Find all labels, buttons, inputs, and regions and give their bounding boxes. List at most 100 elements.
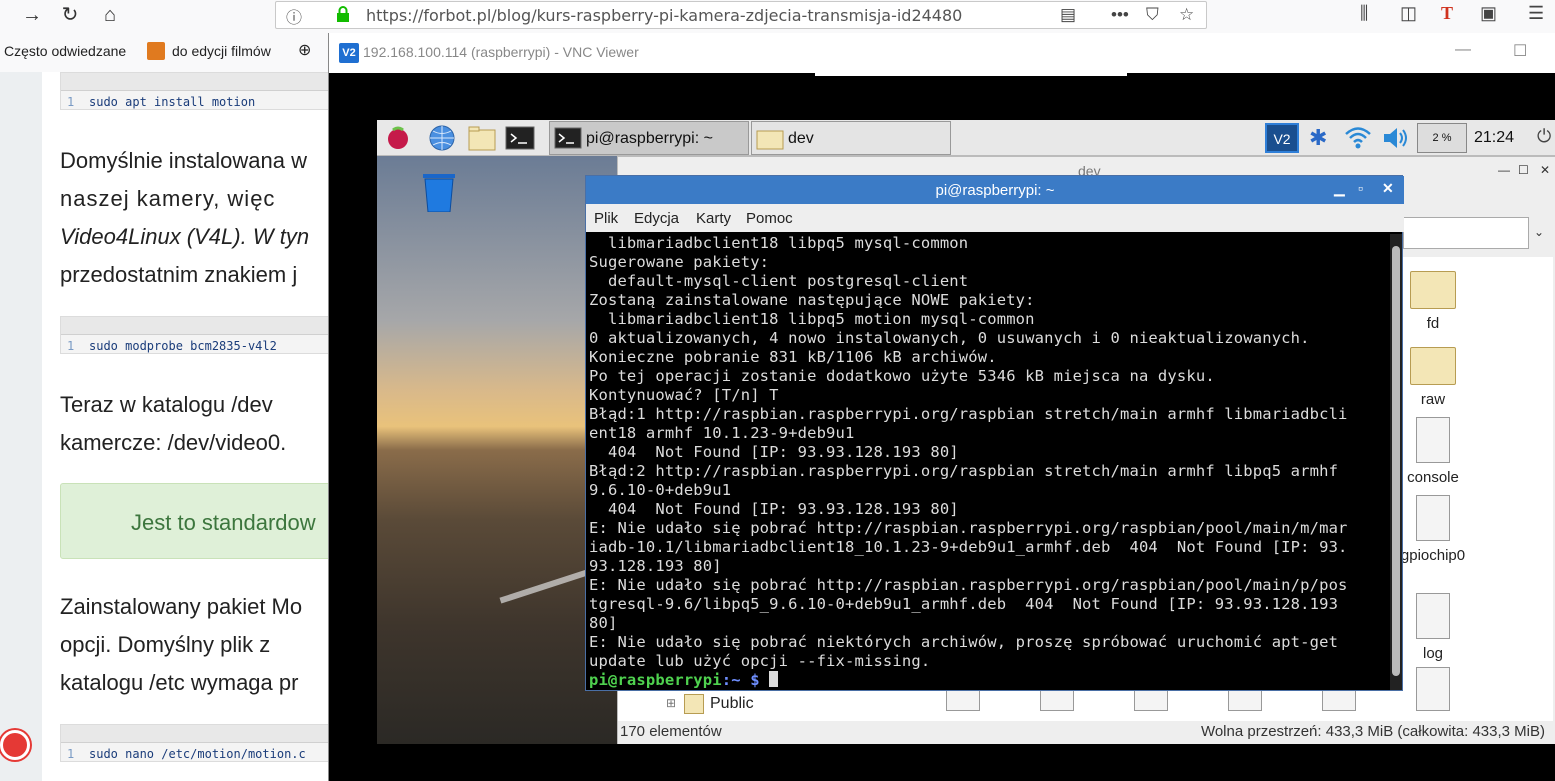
reload-icon[interactable]: ↻: [56, 2, 84, 28]
fm-close-icon[interactable]: ✕: [1540, 163, 1550, 177]
fm-item-count: 170 elementów: [620, 723, 722, 740]
sidebar-icon[interactable]: ◫: [1400, 3, 1417, 24]
code-line: sudo nano /etc/motion/motion.c: [89, 747, 306, 761]
info-icon[interactable]: ⓘ: [286, 4, 302, 28]
terminal-scrollbar[interactable]: [1390, 234, 1402, 690]
globe-icon[interactable]: ⊕: [298, 40, 311, 60]
vnc-toolbar-handle[interactable]: [815, 73, 1127, 76]
terminal-prompt-line[interactable]: pi@raspberrypi:~ $: [589, 671, 1389, 690]
benchmark-favicon-icon: [147, 42, 165, 60]
menu-edycja[interactable]: Edycja: [634, 210, 679, 227]
file-item-label: fd: [1426, 315, 1440, 332]
folder-icon: [1410, 347, 1456, 385]
translate-extension-icon[interactable]: T: [1441, 3, 1453, 24]
forward-arrow-icon[interactable]: →: [18, 2, 46, 28]
terminal-line: Błąd:2 http://raspbian.raspberrypi.org/r…: [589, 462, 1339, 480]
bookmark-video-editing[interactable]: do edycji filmów: [172, 43, 271, 59]
file-item[interactable]: gpiochip0: [1393, 495, 1473, 564]
cpu-usage-monitor[interactable]: 2 %: [1417, 123, 1467, 153]
terminal-line: Sugerowane pakiety:: [589, 253, 770, 271]
line-number: 1: [67, 339, 75, 353]
terminal-line: ent18 armhf 10.1.23-9+deb9u1: [589, 424, 855, 442]
terminal-title-bar[interactable]: pi@raspberrypi: ~ ▁ ▫ ✕: [586, 176, 1404, 204]
trash-icon[interactable]: [419, 172, 459, 212]
vnc-window-title: 192.168.100.114 (raspberrypi) - VNC View…: [363, 44, 639, 60]
raspberry-menu-icon[interactable]: [383, 124, 413, 152]
terminal-close-icon[interactable]: ✕: [1382, 180, 1394, 197]
terminal-line: 80]: [589, 614, 618, 632]
paragraph-line: przedostatnim znakiem j: [60, 262, 298, 287]
webpage-content: 1 sudo apt install motion Domyślnie inst…: [0, 72, 330, 781]
terminal-line: libmariadbclient18 libpq5 mysql-common: [589, 234, 969, 252]
menu-plik[interactable]: Plik: [594, 210, 618, 227]
paragraph-line: katalogu /etc wymaga pr: [60, 670, 299, 695]
terminal-line: libmariadbclient18 libpq5 motion mysql-c…: [589, 310, 1035, 328]
notification-bell-icon[interactable]: [0, 730, 30, 760]
tree-expand-icon[interactable]: ⊞: [666, 696, 676, 710]
vnc-title-bar: V2 192.168.100.114 (raspberrypi) - VNC V…: [329, 33, 1555, 73]
clipboard-extension-icon[interactable]: ▣: [1480, 3, 1497, 24]
code-line: sudo modprobe bcm2835-v4l2: [89, 339, 277, 353]
terminal-maximize-icon[interactable]: ▫: [1358, 180, 1363, 196]
minimize-icon[interactable]: —: [1455, 41, 1471, 59]
menu-icon[interactable]: ☰: [1528, 3, 1544, 24]
power-icon[interactable]: ⏻: [1537, 126, 1551, 147]
library-icon[interactable]: ⫼: [1360, 3, 1368, 24]
fm-directory-tree: ⊞ Public: [618, 687, 908, 721]
paragraph-line: opcji. Domyślny plik z: [60, 632, 271, 657]
fm-status-bar: 170 elementów Wolna przestrzeń: 433,3 Mi…: [618, 721, 1555, 744]
menu-pomoc[interactable]: Pomoc: [746, 210, 793, 227]
terminal-line: Konieczne pobranie 831 kB/1106 kB archiw…: [589, 348, 997, 366]
menu-karty[interactable]: Karty: [696, 210, 731, 227]
browser-globe-icon[interactable]: [427, 124, 457, 152]
info-note: Jest to standardow: [60, 483, 330, 559]
terminal-title: pi@raspberrypi: ~: [935, 182, 1055, 199]
wifi-icon[interactable]: [1343, 123, 1373, 153]
file-item-label: gpiochip0: [1400, 547, 1466, 564]
fm-icon-view: fd raw console gpiochip0 log: [1401, 257, 1553, 721]
public-folder-icon: [684, 694, 704, 714]
file-item[interactable]: console: [1403, 417, 1463, 486]
code-block-1: 1 sudo apt install motion: [60, 72, 330, 110]
task-terminal[interactable]: pi@raspberrypi: ~: [549, 121, 749, 155]
terminal-output[interactable]: libmariadbclient18 libpq5 mysql-common S…: [589, 234, 1389, 690]
bookmark-star-icon[interactable]: ☆: [1179, 5, 1194, 25]
paragraph-line: kamercze: /dev/video0.: [60, 430, 287, 455]
svg-text:V2: V2: [1273, 131, 1290, 147]
vnc-viewer-window: V2 192.168.100.114 (raspberrypi) - VNC V…: [328, 33, 1555, 781]
terminal-line: default-mysql-client postgresql-client: [589, 272, 969, 290]
tree-item-public[interactable]: Public: [710, 695, 754, 713]
task-folder-label: dev: [788, 130, 814, 147]
url-bar[interactable]: ⓘ https://forbot.pl/blog/kurs-raspberry-…: [275, 1, 1207, 29]
terminal-launcher-icon[interactable]: [505, 124, 535, 152]
bluetooth-icon[interactable]: ✱: [1309, 123, 1327, 153]
fm-maximize-icon[interactable]: ☐: [1518, 163, 1529, 177]
bookmark-most-visited[interactable]: Często odwiedzane: [4, 43, 126, 59]
terminal-scrollbar-thumb[interactable]: [1392, 246, 1400, 676]
maximize-icon[interactable]: ☐: [1513, 41, 1527, 61]
home-icon[interactable]: ⌂: [96, 2, 124, 28]
file-item[interactable]: fd: [1403, 271, 1463, 332]
file-item[interactable]: raw: [1403, 347, 1463, 408]
clock[interactable]: 21:24: [1474, 129, 1514, 147]
pocket-icon[interactable]: ⛉: [1146, 5, 1159, 25]
terminal-line: update lub użyć opcji --fix-missing.: [589, 652, 931, 670]
line-number: 1: [67, 95, 75, 109]
file-manager-icon[interactable]: [467, 124, 497, 152]
volume-icon[interactable]: [1381, 123, 1411, 153]
fm-free-space: Wolna przestrzeń: 433,3 MiB (całkowita: …: [1200, 723, 1545, 740]
paragraph-line: Video4Linux (V4L). W tyn: [60, 224, 310, 249]
page-actions-icon[interactable]: •••: [1111, 5, 1129, 25]
fm-path-field[interactable]: [1403, 217, 1529, 249]
fm-minimize-icon[interactable]: —: [1498, 163, 1510, 177]
terminal-minimize-icon[interactable]: ▁: [1334, 180, 1345, 197]
reader-view-icon[interactable]: ▤: [1060, 5, 1076, 25]
fm-path-dropdown-icon[interactable]: ⌄: [1534, 225, 1544, 239]
vnc-server-tray-icon[interactable]: V2: [1265, 123, 1299, 153]
file-item-label: console: [1407, 469, 1459, 486]
task-folder[interactable]: dev: [751, 121, 951, 155]
prompt-path: :~ $: [721, 671, 760, 689]
device-file-icon: [1416, 593, 1450, 639]
file-item[interactable]: log: [1403, 593, 1463, 662]
paragraph-line: Teraz w katalogu /dev: [60, 392, 273, 417]
